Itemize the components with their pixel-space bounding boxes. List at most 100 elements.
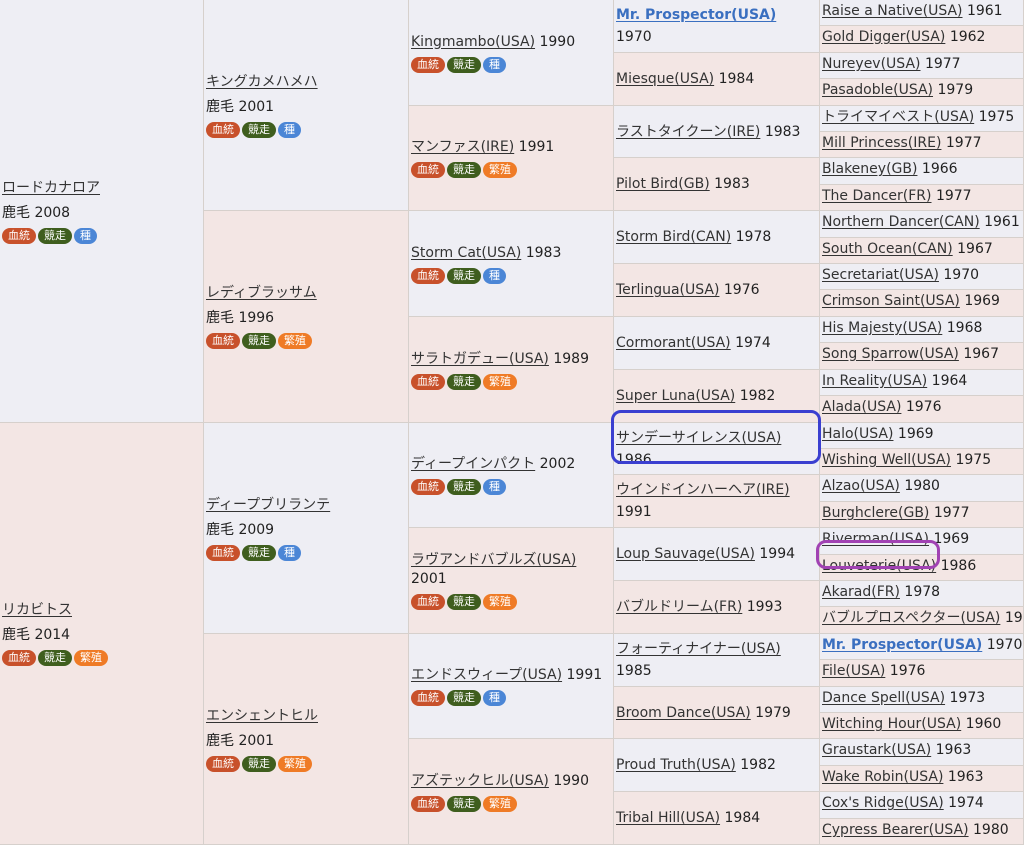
horse-name-link[interactable]: File(USA) <box>822 663 885 679</box>
horse-name-link[interactable]: サラトガデュー(USA) <box>411 351 549 367</box>
horse-name-link[interactable]: Tribal Hill(USA) <box>616 810 720 826</box>
tag-race[interactable]: 競走 <box>242 544 276 561</box>
horse-name-link[interactable]: ラヴアンドバブルズ(USA) <box>411 552 576 568</box>
tag-stud[interactable]: 種 <box>483 479 506 495</box>
tag-blood[interactable]: 血統 <box>411 267 445 284</box>
tag-race[interactable]: 競走 <box>447 479 481 495</box>
horse-name-link[interactable]: Storm Bird(CAN) <box>616 229 731 245</box>
horse-name-link[interactable]: The Dancer(FR) <box>822 188 932 204</box>
horse-name-link[interactable]: リカビトス <box>2 602 72 618</box>
horse-name-link[interactable]: Cormorant(USA) <box>616 335 731 351</box>
horse-name-link[interactable]: アズテックヒル(USA) <box>411 773 549 789</box>
horse-name-link[interactable]: Nureyev(USA) <box>822 56 921 72</box>
tag-race[interactable]: 競走 <box>447 795 481 812</box>
tag-race[interactable]: 競走 <box>38 227 72 244</box>
tag-race[interactable]: 競走 <box>447 373 481 390</box>
horse-name-link[interactable]: バブルプロスペクター(USA) <box>822 610 1000 626</box>
tag-race[interactable]: 競走 <box>242 121 276 138</box>
tag-blood[interactable]: 血統 <box>206 755 240 772</box>
tag-blood[interactable]: 血統 <box>206 121 240 138</box>
tag-stud[interactable]: 種 <box>278 121 301 138</box>
tag-race[interactable]: 競走 <box>447 162 481 178</box>
tag-blood[interactable]: 血統 <box>206 544 240 561</box>
horse-name-link[interactable]: マンファス(IRE) <box>411 139 514 155</box>
horse-name-link[interactable]: エンドスウィープ(USA) <box>411 667 562 683</box>
horse-name-link[interactable]: トライマイベスト(USA) <box>822 109 974 125</box>
horse-name-link[interactable]: ロードカナロア <box>2 180 100 196</box>
tag-stud[interactable]: 種 <box>483 267 506 284</box>
tag-race[interactable]: 競走 <box>242 333 276 349</box>
tag-blood[interactable]: 血統 <box>411 56 445 73</box>
horse-name-link[interactable]: Wake Robin(USA) <box>822 769 943 785</box>
tag-breed[interactable]: 繁殖 <box>483 162 517 178</box>
tag-blood[interactable]: 血統 <box>411 373 445 390</box>
tag-breed[interactable]: 繁殖 <box>74 650 108 666</box>
horse-name-link[interactable]: In Reality(USA) <box>822 373 927 389</box>
horse-name-link[interactable]: Akarad(FR) <box>822 584 900 600</box>
horse-name-link[interactable]: Proud Truth(USA) <box>616 757 736 773</box>
horse-name-link[interactable]: His Majesty(USA) <box>822 320 942 336</box>
horse-name-link[interactable]: Crimson Saint(USA) <box>822 293 960 309</box>
tag-race[interactable]: 競走 <box>447 56 481 73</box>
horse-name-link[interactable]: Cox's Ridge(USA) <box>822 795 944 811</box>
horse-name-link[interactable]: ディープブリランテ <box>206 497 330 513</box>
horse-name-link[interactable]: Terlingua(USA) <box>616 282 719 298</box>
tag-race[interactable]: 競走 <box>242 755 276 772</box>
horse-name-link[interactable]: バブルドリーム(FR) <box>616 599 742 615</box>
horse-name-link[interactable]: Kingmambo(USA) <box>411 34 535 50</box>
tag-race[interactable]: 競走 <box>447 267 481 284</box>
horse-name-link[interactable]: Riverman(USA) <box>822 531 929 547</box>
tag-stud[interactable]: 種 <box>278 544 301 561</box>
horse-name-link[interactable]: Raise a Native(USA) <box>822 3 963 19</box>
tag-stud[interactable]: 種 <box>483 56 506 73</box>
tag-stud[interactable]: 種 <box>74 227 97 244</box>
horse-name-link[interactable]: サンデーサイレンス(USA) <box>616 430 781 446</box>
tag-breed[interactable]: 繁殖 <box>278 755 312 772</box>
horse-name-link[interactable]: Burghclere(GB) <box>822 505 929 521</box>
tag-blood[interactable]: 血統 <box>411 162 445 178</box>
horse-name-link[interactable]: キングカメハメハ <box>206 74 318 90</box>
tag-race[interactable]: 競走 <box>38 650 72 666</box>
tag-breed[interactable]: 繁殖 <box>483 373 517 390</box>
horse-name-link[interactable]: Graustark(USA) <box>822 742 931 758</box>
horse-name-link[interactable]: Pasadoble(USA) <box>822 82 933 98</box>
tag-blood[interactable]: 血統 <box>206 333 240 349</box>
horse-name-link[interactable]: Mr. Prospector(USA) <box>822 637 982 653</box>
horse-name-link[interactable]: エンシェントヒル <box>206 708 318 724</box>
horse-name-link[interactable]: ラストタイクーン(IRE) <box>616 124 760 140</box>
horse-name-link[interactable]: Gold Digger(USA) <box>822 29 945 45</box>
horse-name-link[interactable]: Broom Dance(USA) <box>616 705 751 721</box>
horse-name-link[interactable]: Secretariat(USA) <box>822 267 939 283</box>
tag-race[interactable]: 競走 <box>447 690 481 706</box>
horse-name-link[interactable]: Loup Sauvage(USA) <box>616 546 755 562</box>
horse-name-link[interactable]: フォーティナイナー(USA) <box>616 641 781 657</box>
horse-name-link[interactable]: Storm Cat(USA) <box>411 245 521 261</box>
horse-name-link[interactable]: ウインドインハーヘア(IRE) <box>616 482 790 498</box>
horse-name-link[interactable]: Alada(USA) <box>822 399 901 415</box>
horse-name-link[interactable]: Blakeney(GB) <box>822 161 917 177</box>
tag-breed[interactable]: 繁殖 <box>483 594 517 610</box>
horse-name-link[interactable]: ディープインパクト <box>411 456 535 472</box>
tag-blood[interactable]: 血統 <box>411 690 445 706</box>
horse-name-link[interactable]: Witching Hour(USA) <box>822 716 961 732</box>
tag-blood[interactable]: 血統 <box>411 795 445 812</box>
horse-name-link[interactable]: Cypress Bearer(USA) <box>822 822 969 838</box>
horse-name-link[interactable]: レディブラッサム <box>206 285 317 301</box>
horse-name-link[interactable]: Super Luna(USA) <box>616 388 735 404</box>
horse-name-link[interactable]: Alzao(USA) <box>822 478 900 494</box>
tag-breed[interactable]: 繁殖 <box>278 333 312 349</box>
horse-name-link[interactable]: Song Sparrow(USA) <box>822 346 959 362</box>
horse-name-link[interactable]: Mr. Prospector(USA) <box>616 7 776 23</box>
tag-blood[interactable]: 血統 <box>2 227 36 244</box>
horse-name-link[interactable]: Dance Spell(USA) <box>822 690 945 706</box>
horse-name-link[interactable]: Miesque(USA) <box>616 71 714 87</box>
tag-breed[interactable]: 繁殖 <box>483 795 517 812</box>
tag-race[interactable]: 競走 <box>447 594 481 610</box>
horse-name-link[interactable]: Northern Dancer(CAN) <box>822 214 980 230</box>
horse-name-link[interactable]: Wishing Well(USA) <box>822 452 951 468</box>
tag-stud[interactable]: 種 <box>483 690 506 706</box>
tag-blood[interactable]: 血統 <box>2 650 36 666</box>
horse-name-link[interactable]: Halo(USA) <box>822 426 893 442</box>
horse-name-link[interactable]: Louveterie(USA) <box>822 558 936 574</box>
horse-name-link[interactable]: South Ocean(CAN) <box>822 241 953 257</box>
